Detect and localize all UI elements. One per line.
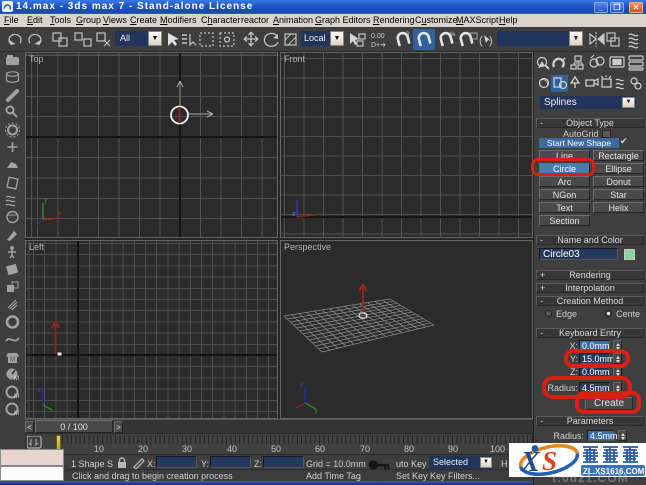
svg-text:y: y — [314, 408, 318, 415]
svg-text:z: z — [38, 387, 42, 394]
svg-text:z: z — [300, 381, 304, 388]
svg-text:y: y — [44, 197, 48, 204]
svg-text:x: x — [58, 210, 62, 217]
svg-text:X: X — [520, 447, 541, 477]
svg-text:z: z — [292, 211, 296, 218]
